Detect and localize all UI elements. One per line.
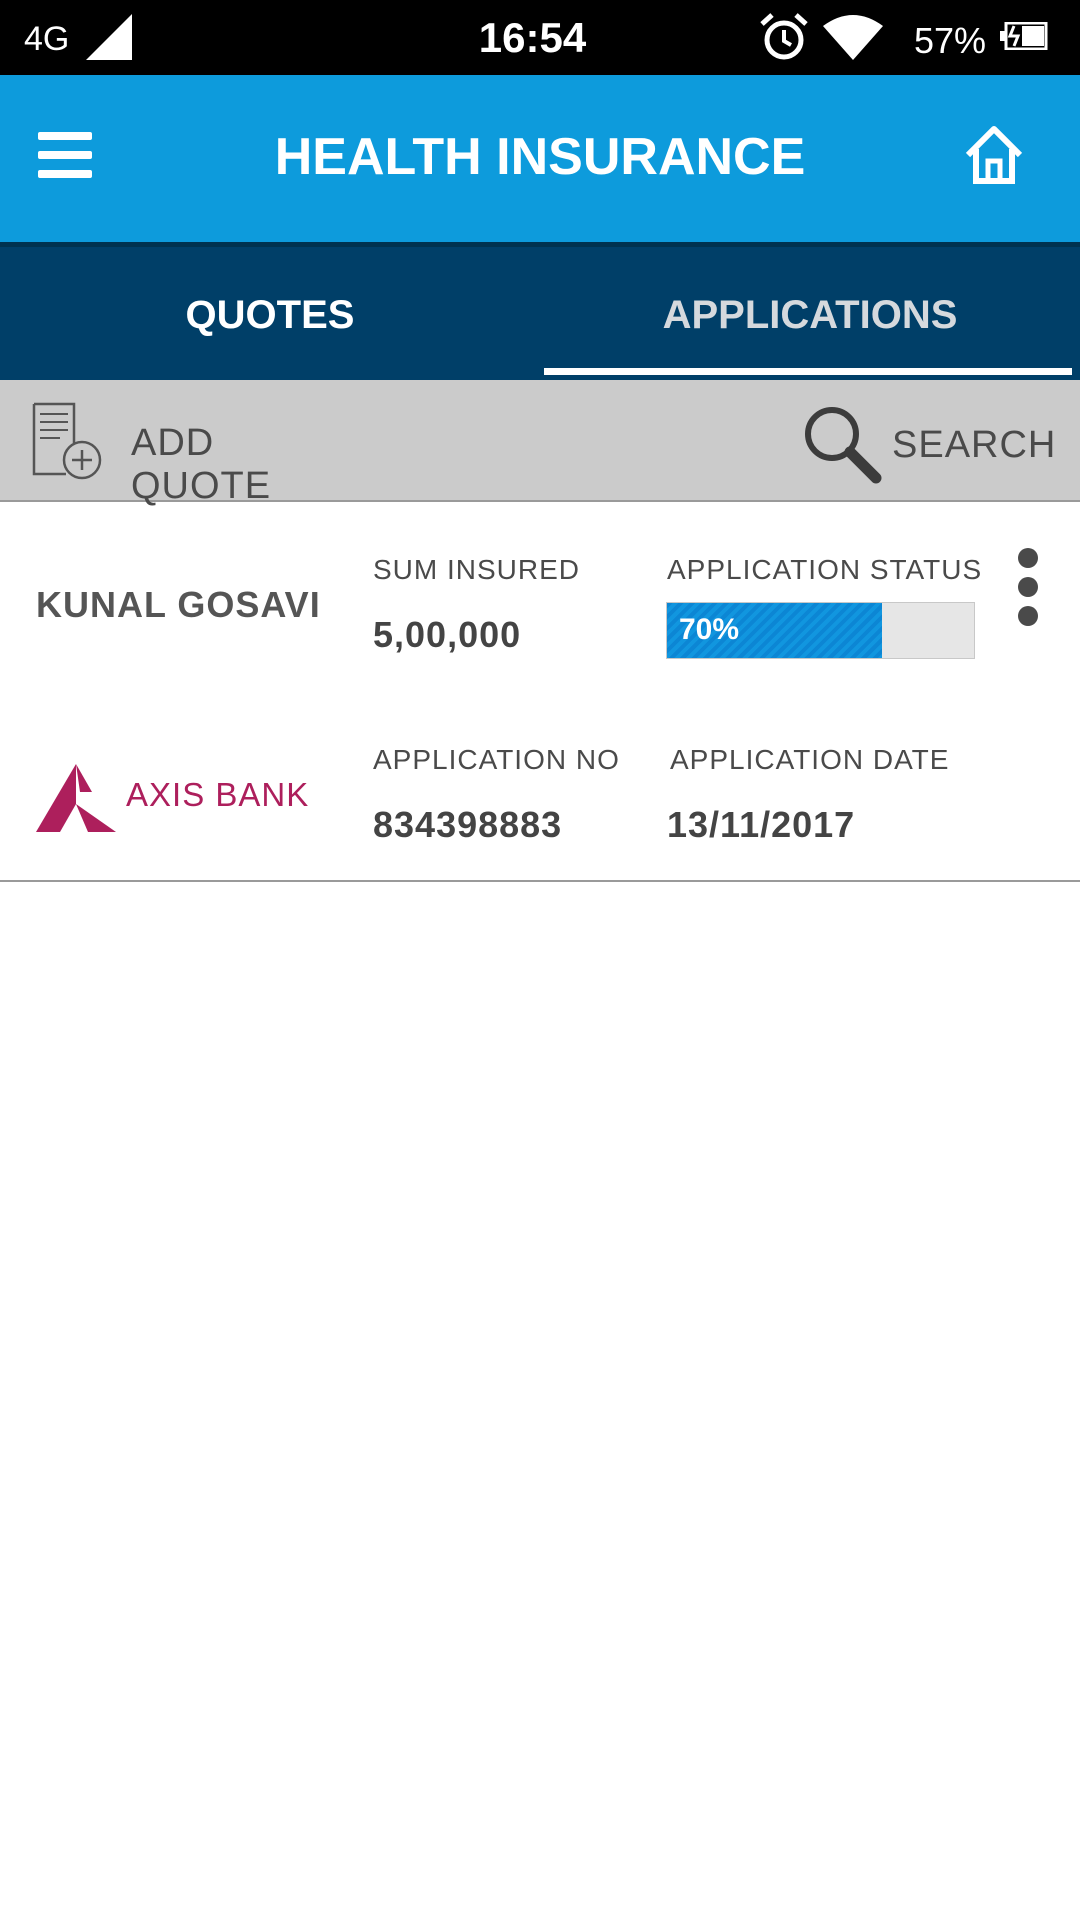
application-card[interactable]: KUNAL GOSAVI SUM INSURED 5,00,000 APPLIC… — [0, 502, 1080, 882]
customer-name: KUNAL GOSAVI — [36, 584, 321, 625]
tab-applications[interactable]: APPLICATIONS — [540, 247, 1080, 380]
application-status-label: APPLICATION STATUS — [667, 554, 983, 585]
tab-applications-label: APPLICATIONS — [662, 293, 958, 337]
application-date-label: APPLICATION DATE — [670, 744, 950, 775]
add-quote-icon — [32, 402, 102, 480]
app-header: HEALTH INSURANCE — [0, 75, 1080, 242]
bank-logo: AXIS BANK — [36, 760, 326, 832]
tab-quotes[interactable]: QUOTES — [0, 247, 540, 380]
sum-insured-label: SUM INSURED — [373, 554, 581, 585]
clock: 16:54 — [478, 14, 587, 61]
alarm-icon — [760, 13, 808, 60]
application-no-value: 834398883 — [373, 804, 563, 845]
tab-indicator — [544, 368, 1072, 375]
page: 4G 16:54 57% HEALTH INSURANCE QUOTES APP… — [0, 0, 1080, 1920]
more-options-icon[interactable] — [1018, 548, 1042, 628]
battery-icon — [1000, 22, 1048, 50]
page-title: HEALTH INSURANCE — [274, 128, 806, 186]
add-quote-button[interactable]: ADD QUOTE — [30, 402, 360, 507]
progress-percent: 70% — [679, 613, 740, 646]
status-bar: 4G 16:54 57% — [0, 0, 1080, 75]
application-date-value: 13/11/2017 — [667, 804, 856, 845]
axis-bank-logo-icon — [36, 764, 116, 832]
battery-percent: 57% — [914, 20, 987, 61]
application-status-progress: 70% — [666, 602, 975, 659]
search-icon — [805, 407, 882, 484]
wifi-icon — [823, 15, 883, 60]
toolbar: ADD QUOTE SEARCH — [0, 380, 1080, 507]
add-quote-label: ADD QUOTE — [131, 422, 272, 507]
sum-insured-value: 5,00,000 — [373, 614, 522, 655]
search-label: SEARCH — [892, 424, 1057, 466]
bank-name: AXIS BANK — [126, 776, 310, 813]
search-button[interactable]: SEARCH — [800, 402, 1055, 484]
home-icon[interactable] — [962, 123, 1026, 187]
application-no-label: APPLICATION NO — [373, 744, 620, 775]
tab-bar: QUOTES APPLICATIONS — [0, 242, 1080, 380]
tab-quotes-label: QUOTES — [185, 293, 355, 337]
